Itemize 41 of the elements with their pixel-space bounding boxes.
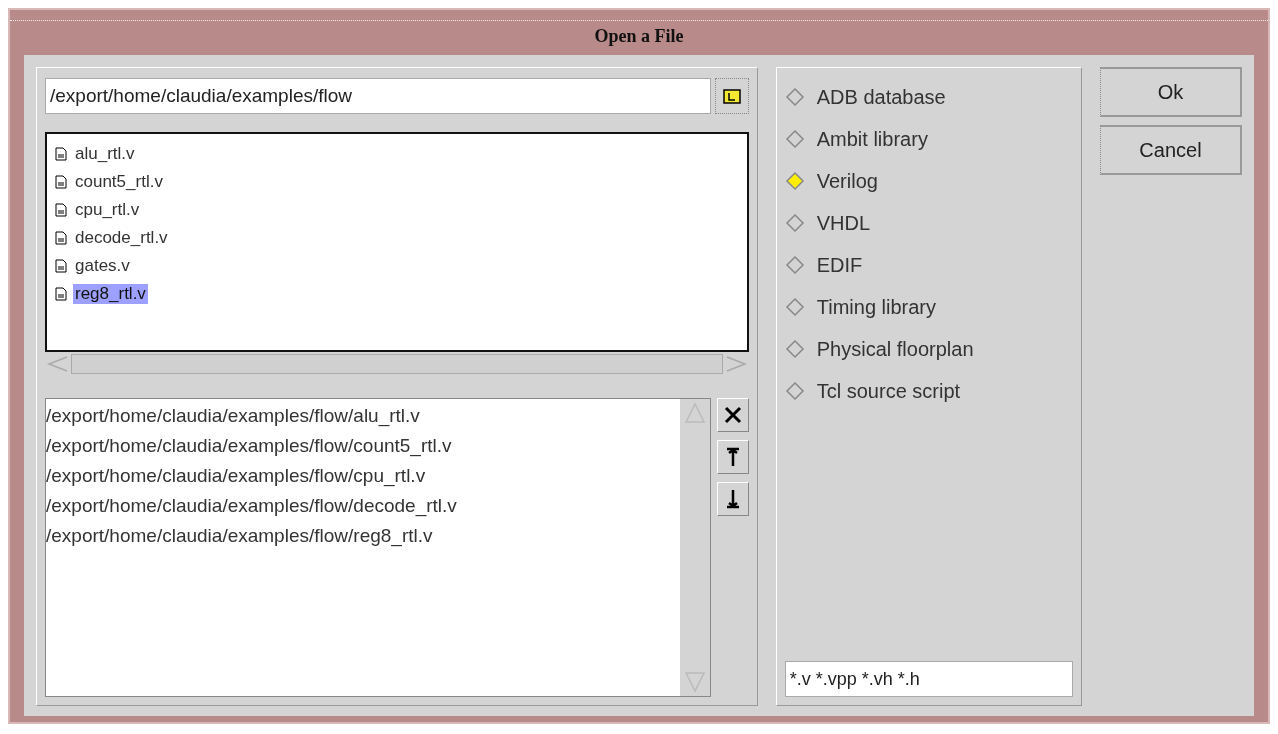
bottom-button[interactable] <box>716 482 749 516</box>
cancel-button[interactable]: Cancel <box>1100 125 1242 175</box>
format-radio[interactable]: Verilog <box>784 160 1073 202</box>
format-radio[interactable]: Tcl source script <box>784 370 1073 412</box>
chosen-file-item[interactable]: /export/home/claudia/examples/flow/decode_rtl.v <box>46 491 680 521</box>
file-icon <box>55 231 67 245</box>
file-item[interactable]: count5_rtl.v <box>73 172 165 192</box>
chosen-file-item[interactable]: /export/home/claudia/examples/flow/reg8_rtl.v <box>46 521 680 551</box>
file-item[interactable]: reg8_rtl.v <box>73 284 148 304</box>
chosen-file-item[interactable]: /export/home/claudia/examples/flow/alu_rtl.v <box>46 401 680 431</box>
format-radio[interactable]: Ambit library <box>784 118 1073 160</box>
folder-icon <box>722 88 741 104</box>
format-radio[interactable]: EDIF <box>784 244 1073 286</box>
vertical-scrollbar[interactable] <box>679 399 710 696</box>
top-button[interactable] <box>716 440 749 474</box>
format-radio[interactable]: Physical floorplan <box>784 328 1073 370</box>
window-title: Open a File <box>594 25 684 47</box>
format-radio[interactable]: Timing library <box>784 286 1073 328</box>
format-radio[interactable]: VHDL <box>784 202 1073 244</box>
file-icon <box>55 287 67 301</box>
file-icon <box>55 175 67 189</box>
down-arrow-icon <box>682 670 707 694</box>
format-radio[interactable]: ADB database <box>784 76 1073 118</box>
file-icon <box>55 147 67 161</box>
ok-button[interactable]: Ok <box>1100 67 1242 117</box>
move-to-bottom-icon <box>725 489 740 509</box>
file-icon <box>55 203 67 217</box>
remove-button[interactable] <box>716 398 749 432</box>
chosen-file-item[interactable]: /export/home/claudia/examples/flow/count5_rtl.v <box>46 431 680 461</box>
filter-field[interactable]: *.v *.vpp *.vh *.h <box>784 661 1073 697</box>
file-item[interactable]: gates.v <box>73 256 132 276</box>
folder-button[interactable] <box>714 78 749 114</box>
file-item[interactable]: alu_rtl.v <box>73 144 137 164</box>
path-field[interactable]: /export/home/claudia/examples/flow <box>45 78 711 114</box>
close-icon <box>722 405 743 425</box>
up-arrow-icon <box>682 401 707 425</box>
file-item[interactable]: cpu_rtl.v <box>73 200 142 220</box>
chosen-file-item[interactable]: /export/home/claudia/examples/flow/cpu_rtl.v <box>46 461 680 491</box>
file-icon <box>55 259 67 273</box>
file-item[interactable]: decode_rtl.v <box>73 228 170 248</box>
move-to-top-icon <box>725 447 740 467</box>
